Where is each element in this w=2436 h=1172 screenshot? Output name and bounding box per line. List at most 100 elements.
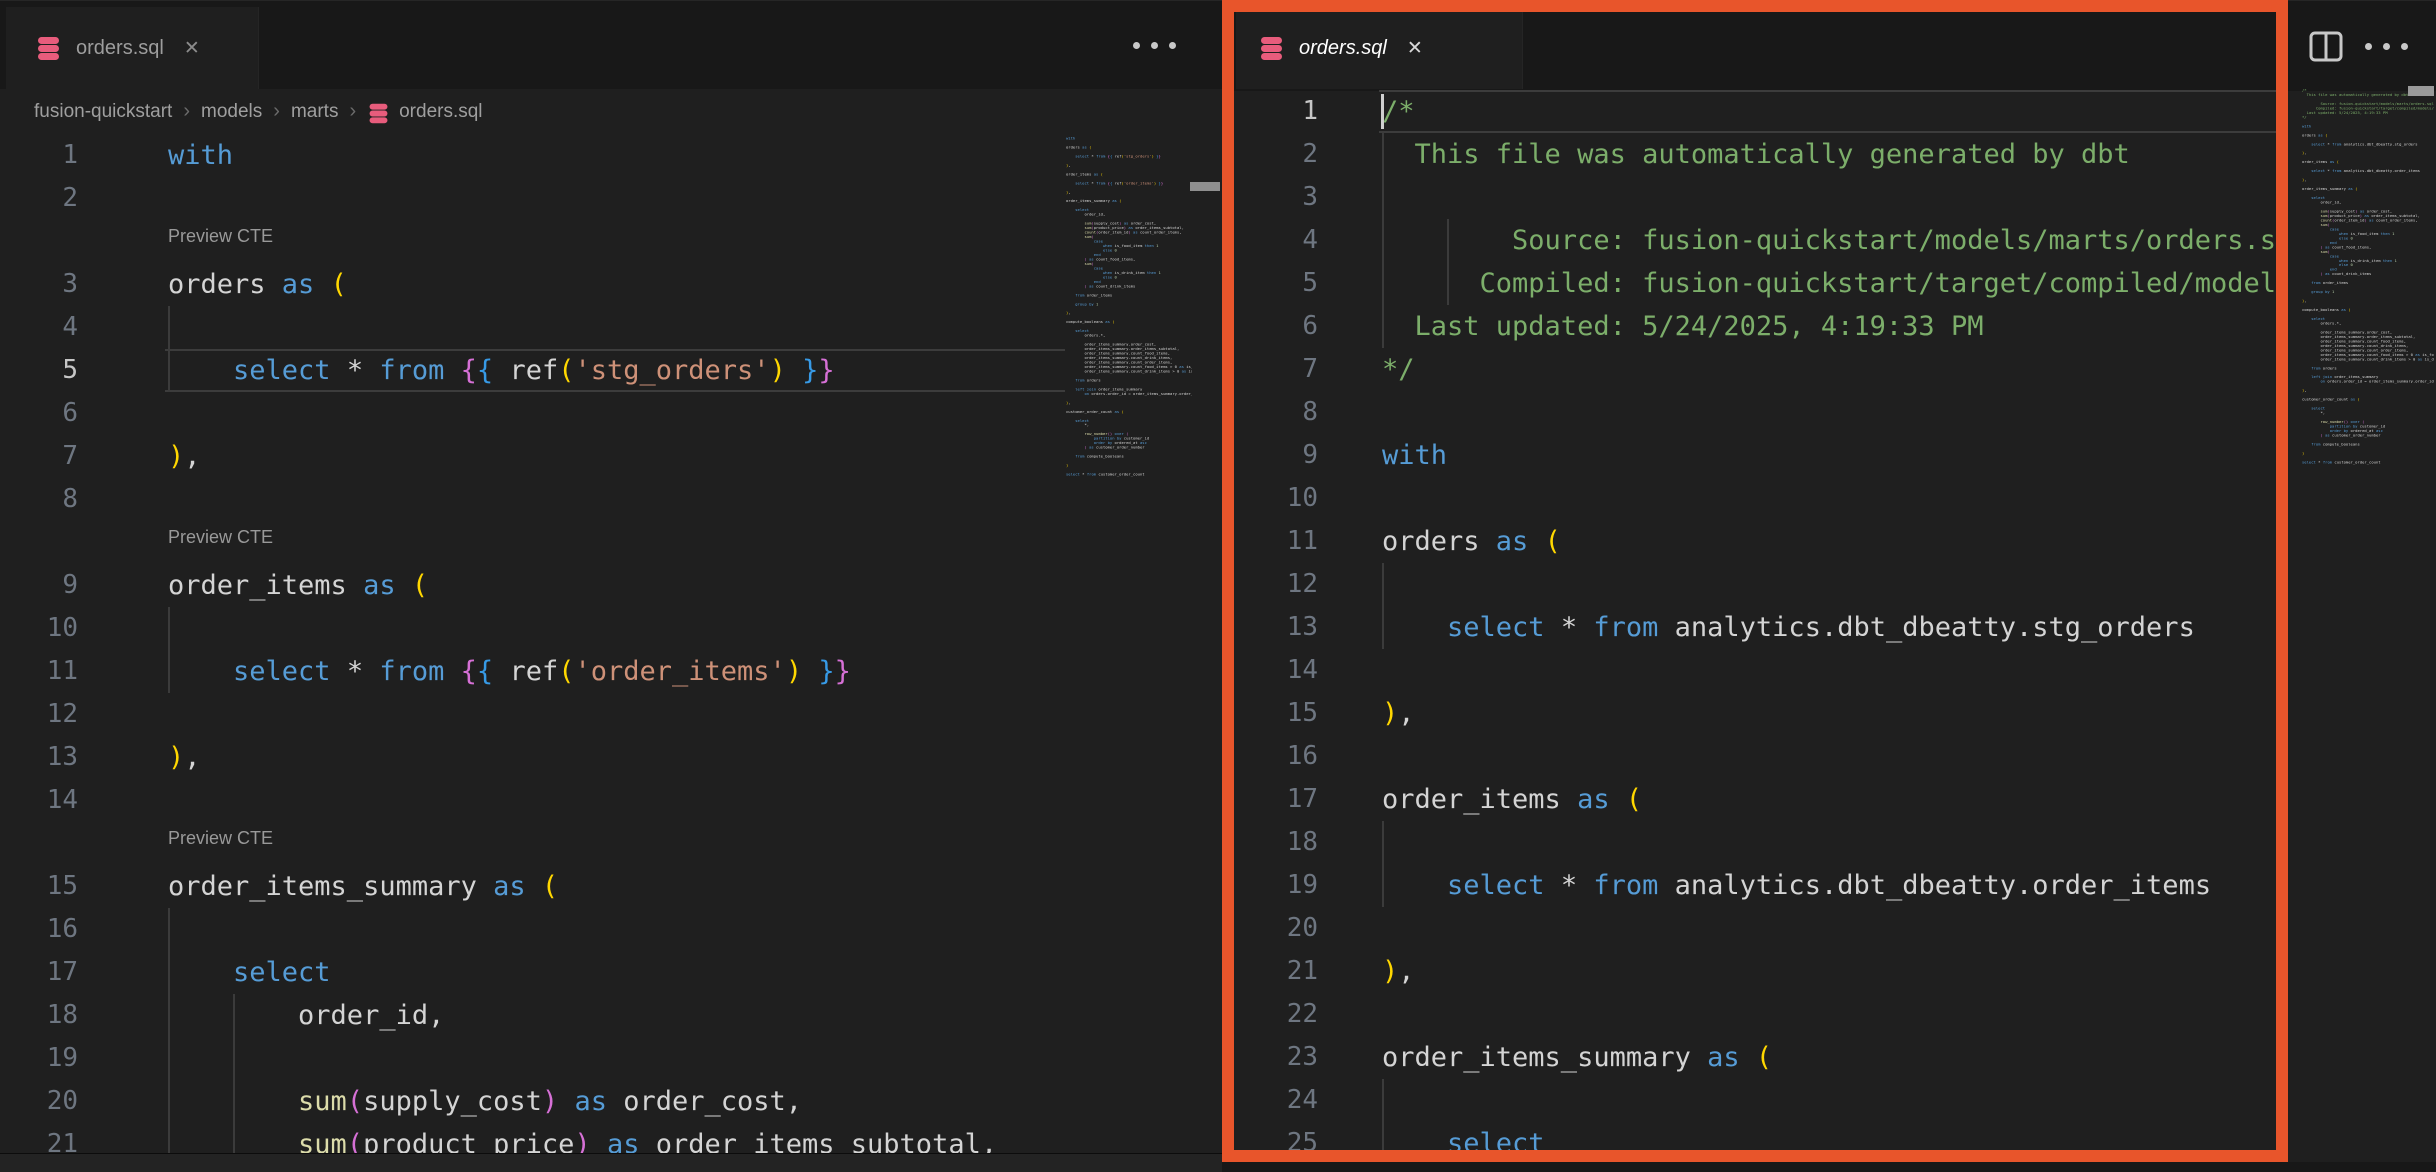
code-line[interactable]: 20 sum(supply_cost) as order_cost,	[0, 1080, 1068, 1123]
close-icon[interactable]: ✕	[184, 37, 200, 60]
code-line[interactable]: 4	[0, 306, 1068, 349]
code-line[interactable]: 8	[1234, 391, 2288, 434]
right-minimap[interactable]: /* This file was automatically generated…	[2302, 88, 2434, 648]
line-number[interactable]: 13	[1234, 606, 1318, 649]
line-number[interactable]: 8	[1234, 391, 1318, 434]
line-number[interactable]: 4	[0, 306, 78, 349]
line-number[interactable]: 18	[0, 994, 78, 1037]
code-line[interactable]: 7),	[0, 435, 1068, 478]
tab-orders-sql-preview[interactable]: orders.sql ✕	[1236, 7, 1522, 89]
scrollbar-cursor-marker[interactable]	[2408, 86, 2434, 96]
code-line[interactable]: 11 select * from {{ ref('order_items') }…	[0, 650, 1068, 693]
code-line[interactable]: 13 select * from analytics.dbt_dbeatty.s…	[1234, 606, 2288, 649]
code-line[interactable]: 20	[1234, 907, 2288, 950]
code-line[interactable]: 6	[0, 392, 1068, 435]
code-line[interactable]: 14	[0, 779, 1068, 822]
codelens-preview-cte-link[interactable]: Preview CTE	[168, 828, 273, 849]
code-line[interactable]: 1/*	[1234, 90, 2288, 133]
line-number[interactable]: 23	[1234, 1036, 1318, 1079]
line-number[interactable]: 9	[0, 564, 78, 607]
code-line[interactable]: 5 Compiled: fusion-quickstart/target/com…	[1234, 262, 2288, 305]
line-number[interactable]: 3	[1234, 176, 1318, 219]
code-line[interactable]: 19 select * from analytics.dbt_dbeatty.o…	[1234, 864, 2288, 907]
code-line[interactable]: 14	[1234, 649, 2288, 692]
code-line[interactable]: 1with	[0, 134, 1068, 177]
line-number[interactable]: 15	[1234, 692, 1318, 735]
code-line[interactable]: 18	[1234, 821, 2288, 864]
code-line[interactable]: 3	[1234, 176, 2288, 219]
breadcrumb-item-models[interactable]: models	[201, 101, 262, 123]
code-line[interactable]: 21),	[1234, 950, 2288, 993]
line-number[interactable]: 19	[0, 1037, 78, 1080]
line-number[interactable]: 5	[1234, 262, 1318, 305]
code-line[interactable]: 3orders as (	[0, 263, 1068, 306]
code-line[interactable]: 6 Last updated: 5/24/2025, 4:19:33 PM	[1234, 305, 2288, 348]
line-number[interactable]: 10	[1234, 477, 1318, 520]
code-line[interactable]: 19	[0, 1037, 1068, 1080]
line-number[interactable]: 12	[0, 693, 78, 736]
code-line[interactable]: 10	[0, 607, 1068, 650]
code-line[interactable]: 7*/	[1234, 348, 2288, 391]
line-number[interactable]: 12	[1234, 563, 1318, 606]
source-code-editor[interactable]: 1with2 Preview CTE 3orders as (45 select *…	[0, 134, 1068, 1172]
line-number[interactable]: 2	[0, 177, 78, 220]
codelens-preview-cte-link[interactable]: Preview CTE	[168, 226, 273, 247]
code-line[interactable]: 16	[0, 908, 1068, 951]
line-number[interactable]: 17	[1234, 778, 1318, 821]
split-editor-icon[interactable]	[2300, 20, 2352, 72]
line-number[interactable]: 11	[1234, 520, 1318, 563]
code-line[interactable]: 2	[0, 177, 1068, 220]
code-line[interactable]: 5 select * from {{ ref('stg_orders') }}	[0, 349, 1068, 392]
line-number[interactable]: 20	[1234, 907, 1318, 950]
more-actions-icon[interactable]	[1128, 19, 1180, 71]
code-line[interactable]: 25 select	[1234, 1122, 2288, 1162]
line-number[interactable]: 16	[0, 908, 78, 951]
line-number[interactable]: 13	[0, 736, 78, 779]
line-number[interactable]: 25	[1234, 1122, 1318, 1162]
line-number[interactable]: 8	[0, 478, 78, 521]
more-actions-icon[interactable]	[2360, 20, 2412, 72]
code-line[interactable]: 11orders as (	[1234, 520, 2288, 563]
code-line[interactable]: 4 Source: fusion-quickstart/models/marts…	[1234, 219, 2288, 262]
code-line[interactable]: 9order_items as (	[0, 564, 1068, 607]
compiled-preview-editor[interactable]: 1/*2 This file was automatically generat…	[1234, 90, 2288, 1162]
left-minimap[interactable]: with orders as ( select * from {{ ref('s…	[1066, 136, 1192, 656]
code-line[interactable]: 8	[0, 478, 1068, 521]
code-line[interactable]: 15order_items_summary as (	[0, 865, 1068, 908]
code-line[interactable]: 18 order_id,	[0, 994, 1068, 1037]
code-line[interactable]: 10	[1234, 477, 2288, 520]
line-number[interactable]: 19	[1234, 864, 1318, 907]
line-number[interactable]: 10	[0, 607, 78, 650]
line-number[interactable]: 3	[0, 263, 78, 306]
code-line[interactable]: 24	[1234, 1079, 2288, 1122]
code-line[interactable]: 12	[1234, 563, 2288, 606]
line-number[interactable]: 24	[1234, 1079, 1318, 1122]
codelens-preview-cte-link[interactable]: Preview CTE	[168, 527, 273, 548]
code-line[interactable]: 15),	[1234, 692, 2288, 735]
line-number[interactable]: 7	[0, 435, 78, 478]
breadcrumb-item-marts[interactable]: marts	[291, 101, 339, 123]
code-line[interactable]: 2 This file was automatically generated …	[1234, 133, 2288, 176]
tab-orders-sql-source[interactable]: orders.sql ✕	[6, 7, 258, 89]
line-number[interactable]: 7	[1234, 348, 1318, 391]
line-number[interactable]: 4	[1234, 219, 1318, 262]
breadcrumb-item-file[interactable]: orders.sql	[399, 101, 482, 123]
code-line[interactable]: 23order_items_summary as (	[1234, 1036, 2288, 1079]
code-line[interactable]: 16	[1234, 735, 2288, 778]
codelens-row[interactable]: Preview CTE	[0, 822, 1068, 865]
line-number[interactable]: 15	[0, 865, 78, 908]
line-number[interactable]: 6	[0, 392, 78, 435]
line-number[interactable]: 11	[0, 650, 78, 693]
line-number[interactable]: 14	[1234, 649, 1318, 692]
line-number[interactable]: 1	[1234, 90, 1318, 133]
codelens-row[interactable]: Preview CTE	[0, 220, 1068, 263]
line-number[interactable]: 17	[0, 951, 78, 994]
code-line[interactable]: 17order_items as (	[1234, 778, 2288, 821]
close-icon[interactable]: ✕	[1407, 37, 1423, 60]
line-number[interactable]: 20	[0, 1080, 78, 1123]
code-line[interactable]: 12	[0, 693, 1068, 736]
code-line[interactable]: 9with	[1234, 434, 2288, 477]
line-number[interactable]: 6	[1234, 305, 1318, 348]
line-number[interactable]: 5	[0, 349, 78, 392]
code-line[interactable]: 13),	[0, 736, 1068, 779]
